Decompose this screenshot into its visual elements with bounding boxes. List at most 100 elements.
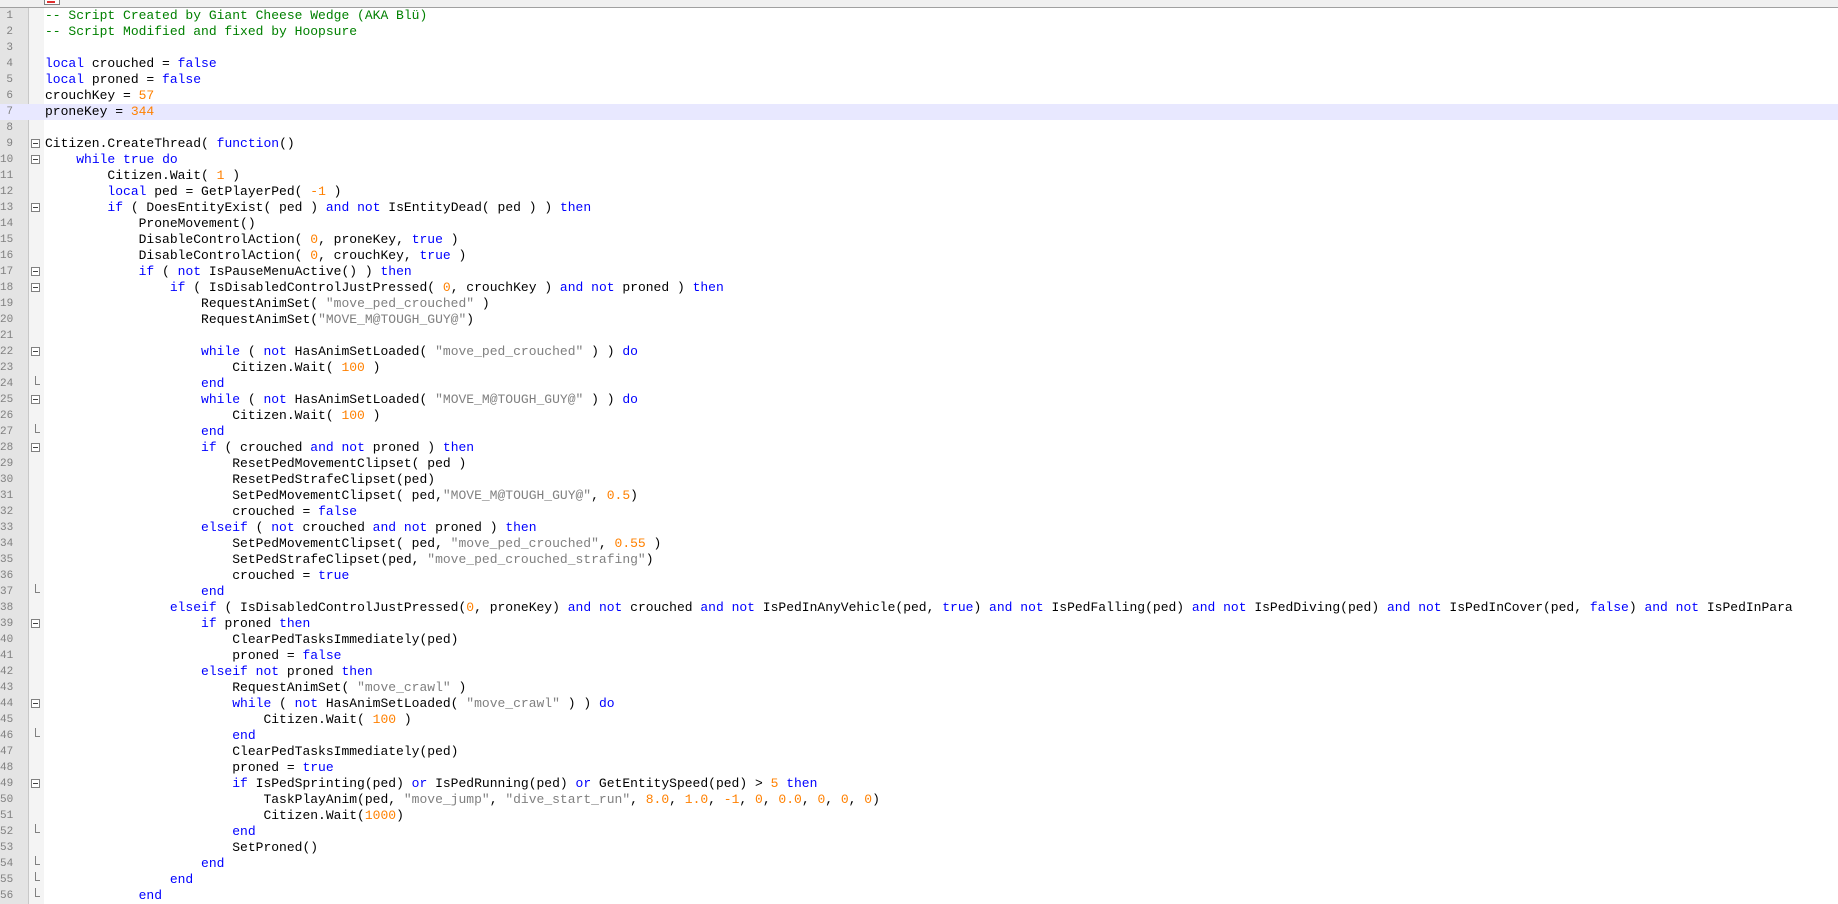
fold-toggle-icon[interactable] bbox=[31, 699, 40, 708]
code-line[interactable]: 19 RequestAnimSet( "move_ped_crouched" ) bbox=[0, 296, 1838, 312]
code-token: SetPedMovementClipset( ped, bbox=[232, 488, 443, 503]
code-token: "move_crawl" bbox=[357, 680, 451, 695]
code-line[interactable]: 22 while ( not HasAnimSetLoaded( "move_p… bbox=[0, 344, 1838, 360]
code-token: ) ) bbox=[583, 392, 623, 407]
code-token: 1000 bbox=[364, 808, 397, 823]
code-token: elseif bbox=[201, 664, 248, 679]
code-line[interactable]: 11 Citizen.Wait( 1 ) bbox=[0, 168, 1838, 184]
code-line[interactable]: 24 end bbox=[0, 376, 1838, 392]
fold-toggle-icon[interactable] bbox=[31, 283, 40, 292]
code-line[interactable]: 27 end bbox=[0, 424, 1838, 440]
code-line[interactable]: 40 ClearPedTasksImmediately(ped) bbox=[0, 632, 1838, 648]
code-token: end bbox=[201, 424, 225, 439]
fold-toggle-icon[interactable] bbox=[31, 139, 40, 148]
code-line[interactable]: 49 if IsPedSprinting(ped) or IsPedRunnin… bbox=[0, 776, 1838, 792]
code-token: ) bbox=[396, 712, 412, 727]
tab-close-marker[interactable] bbox=[44, 0, 60, 5]
fold-toggle-icon[interactable] bbox=[31, 155, 40, 164]
code-line[interactable]: 41 proned = false bbox=[0, 648, 1838, 664]
fold-toggle-icon[interactable] bbox=[31, 395, 40, 404]
code-token: 100 bbox=[372, 712, 397, 727]
code-line[interactable]: 12 local ped = GetPlayerPed( -1 ) bbox=[0, 184, 1838, 200]
line-number: 26 bbox=[0, 410, 14, 422]
code-line[interactable]: 56 end bbox=[0, 888, 1838, 904]
code-line[interactable]: 29 ResetPedMovementClipset( ped ) bbox=[0, 456, 1838, 472]
code-token: proneKey = bbox=[45, 104, 131, 119]
code-line[interactable]: 36 crouched = true bbox=[0, 568, 1838, 584]
code-line[interactable]: 5 local proned = false bbox=[0, 72, 1838, 88]
fold-toggle-icon[interactable] bbox=[31, 443, 40, 452]
code-line[interactable]: 8 bbox=[0, 120, 1838, 136]
code-line[interactable]: 31 SetPedMovementClipset( ped,"MOVE_M@TO… bbox=[0, 488, 1838, 504]
code-line[interactable]: 33 elseif ( not crouched and not proned … bbox=[0, 520, 1838, 536]
code-line[interactable]: 4 local crouched = false bbox=[0, 56, 1838, 72]
code-token: 0 bbox=[442, 280, 451, 295]
code-token: proned = bbox=[232, 760, 303, 775]
code-line[interactable]: 53 SetProned() bbox=[0, 840, 1838, 856]
code-line[interactable]: 21 bbox=[0, 328, 1838, 344]
code-line[interactable]: 10 while true do bbox=[0, 152, 1838, 168]
code-token: 0 bbox=[310, 248, 319, 263]
line-number: 22 bbox=[0, 346, 14, 358]
code-line[interactable]: 15 DisableControlAction( 0, proneKey, tr… bbox=[0, 232, 1838, 248]
code-line[interactable]: 14 ProneMovement() bbox=[0, 216, 1838, 232]
code-line[interactable]: 35 SetPedStrafeClipset(ped, "move_ped_cr… bbox=[0, 552, 1838, 568]
code-token: and bbox=[1644, 600, 1668, 615]
code-line[interactable]: 6 crouchKey = 57 bbox=[0, 88, 1838, 104]
fold-toggle-icon[interactable] bbox=[31, 203, 40, 212]
code-line[interactable]: 28 if ( crouched and not proned ) then bbox=[0, 440, 1838, 456]
code-line[interactable]: 3 bbox=[0, 40, 1838, 56]
fold-toggle-icon[interactable] bbox=[31, 779, 40, 788]
code-text: ClearPedTasksImmediately(ped) bbox=[45, 744, 458, 760]
code-line[interactable]: 48 proned = true bbox=[0, 760, 1838, 776]
code-line[interactable]: 51 Citizen.Wait(1000) bbox=[0, 808, 1838, 824]
code-line[interactable]: 37 end bbox=[0, 584, 1838, 600]
line-number: 7 bbox=[6, 106, 13, 118]
code-line[interactable]: 45 Citizen.Wait( 100 ) bbox=[0, 712, 1838, 728]
code-token: , bbox=[598, 536, 615, 551]
code-line[interactable]: 16 DisableControlAction( 0, crouchKey, t… bbox=[0, 248, 1838, 264]
code-line[interactable]: 9 Citizen.CreateThread( function() bbox=[0, 136, 1838, 152]
code-line[interactable]: 54 end bbox=[0, 856, 1838, 872]
code-token: 0 bbox=[755, 792, 763, 807]
code-line[interactable]: 43 RequestAnimSet( "move_crawl" ) bbox=[0, 680, 1838, 696]
code-token: 0 bbox=[840, 792, 849, 807]
code-line[interactable]: 38 elseif ( IsDisabledControlJustPressed… bbox=[0, 600, 1838, 616]
line-number: 6 bbox=[6, 90, 13, 102]
code-text: if IsPedSprinting(ped) or IsPedRunning(p… bbox=[45, 776, 817, 792]
code-line[interactable]: 32 crouched = false bbox=[0, 504, 1838, 520]
code-line[interactable]: 17 if ( not IsPauseMenuActive() ) then bbox=[0, 264, 1838, 280]
code-line[interactable]: 47 ClearPedTasksImmediately(ped) bbox=[0, 744, 1838, 760]
code-line[interactable]: 7 proneKey = 344 bbox=[0, 104, 1838, 120]
code-line[interactable]: 55 end bbox=[0, 872, 1838, 888]
code-line[interactable]: 18 if ( IsDisabledControlJustPressed( 0,… bbox=[0, 280, 1838, 296]
fold-toggle-icon[interactable] bbox=[31, 619, 40, 628]
code-line[interactable]: 39 if proned then bbox=[0, 616, 1838, 632]
code-line[interactable]: 52 end bbox=[0, 824, 1838, 840]
code-line[interactable]: 42 elseif not proned then bbox=[0, 664, 1838, 680]
line-number: 32 bbox=[0, 506, 14, 518]
line-number: 52 bbox=[0, 826, 14, 838]
code-line[interactable]: 20 RequestAnimSet("MOVE_M@TOUGH_GUY@") bbox=[0, 312, 1838, 328]
code-editor[interactable]: 1 -- Script Created by Giant Cheese Wedge… bbox=[0, 8, 1838, 904]
code-line[interactable]: 50 TaskPlayAnim(ped, "move_jump", "dive_… bbox=[0, 792, 1838, 808]
code-token: false bbox=[177, 56, 217, 71]
code-line[interactable]: 23 Citizen.Wait( 100 ) bbox=[0, 360, 1838, 376]
code-line[interactable]: 44 while ( not HasAnimSetLoaded( "move_c… bbox=[0, 696, 1838, 712]
code-line[interactable]: 13 if ( DoesEntityExist( ped ) and not I… bbox=[0, 200, 1838, 216]
code-token: 100 bbox=[341, 408, 365, 423]
code-line[interactable]: 25 while ( not HasAnimSetLoaded( "MOVE_M… bbox=[0, 392, 1838, 408]
code-line[interactable]: 1 -- Script Created by Giant Cheese Wedge… bbox=[0, 8, 1838, 24]
code-text: Citizen.CreateThread( function() bbox=[45, 136, 295, 152]
code-line[interactable]: 26 Citizen.Wait( 100 ) bbox=[0, 408, 1838, 424]
code-line[interactable]: 30 ResetPedStrafeClipset(ped) bbox=[0, 472, 1838, 488]
code-line[interactable]: 2 -- Script Modified and fixed by Hoopsur… bbox=[0, 24, 1838, 40]
code-line[interactable]: 34 SetPedMovementClipset( ped, "move_ped… bbox=[0, 536, 1838, 552]
fold-toggle-icon[interactable] bbox=[31, 347, 40, 356]
fold-toggle-icon[interactable] bbox=[31, 267, 40, 276]
code-line[interactable]: 46 end bbox=[0, 728, 1838, 744]
code-token: not bbox=[263, 344, 287, 359]
